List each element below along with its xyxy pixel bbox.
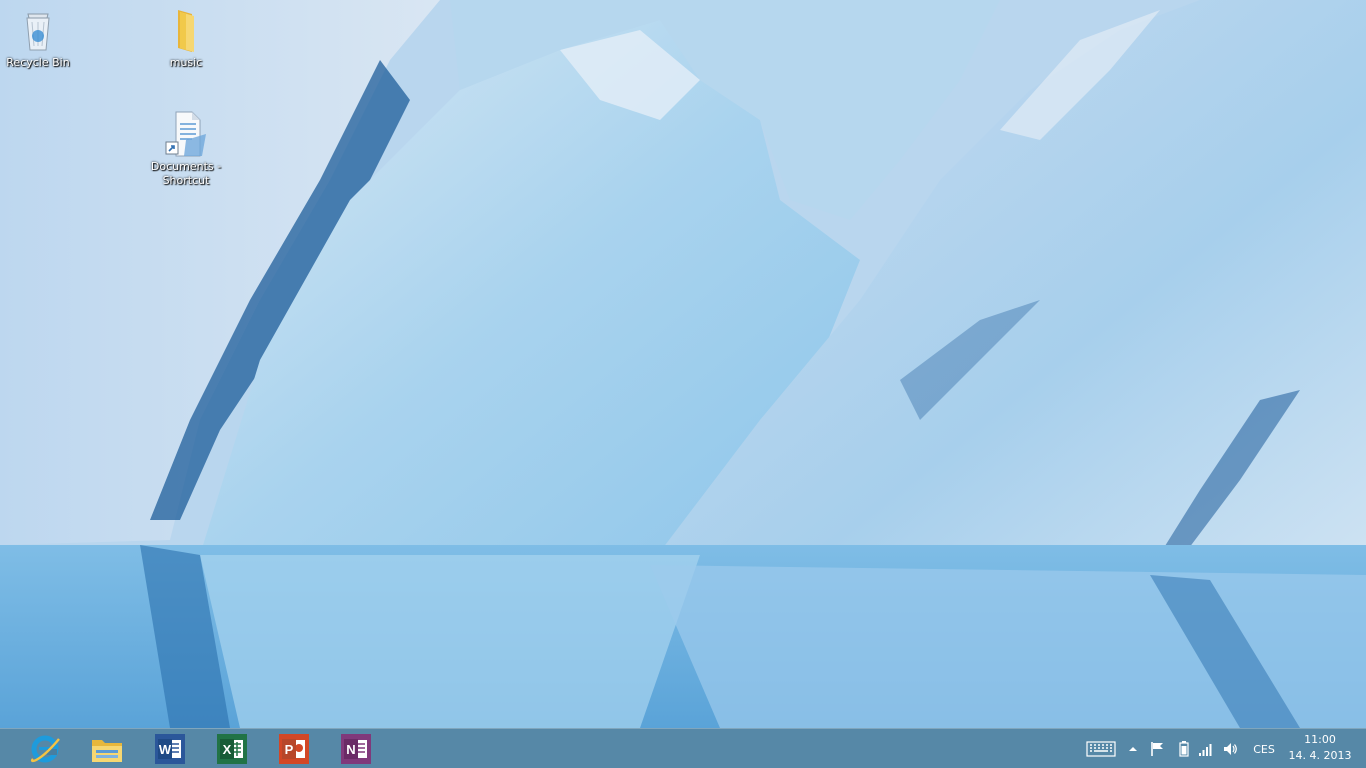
- taskbar-app-onenote[interactable]: N: [329, 731, 383, 767]
- svg-text:W: W: [159, 742, 172, 757]
- onenote-icon: N: [341, 734, 371, 764]
- desktop-icon-recycle-bin[interactable]: Recycle Bin: [0, 6, 76, 70]
- show-hidden-icons-button[interactable]: [1125, 737, 1141, 761]
- taskbar-app-internet-explorer[interactable]: [18, 731, 72, 767]
- taskbar-app-file-explorer[interactable]: [80, 731, 134, 767]
- document-shortcut-icon: [165, 111, 206, 157]
- word-icon: W: [155, 734, 185, 764]
- battery-icon: [1179, 741, 1189, 757]
- excel-icon: X: [217, 734, 247, 764]
- svg-text:P: P: [285, 742, 294, 757]
- clock-date: 14. 4. 2013: [1288, 749, 1352, 762]
- network-button[interactable]: [1196, 737, 1216, 761]
- desktop-icon-music-folder[interactable]: music: [148, 6, 224, 70]
- battery-button[interactable]: [1175, 737, 1193, 761]
- desktop-icon-label: music: [169, 56, 203, 69]
- chevron-up-icon: [1129, 747, 1137, 751]
- taskbar-app-word[interactable]: W: [143, 731, 197, 767]
- touch-keyboard-button[interactable]: [1084, 737, 1118, 761]
- action-center-flag-icon: [1151, 742, 1163, 756]
- keyboard-icon: [1086, 741, 1116, 757]
- taskbar[interactable]: W X P N CES 11:00 14. 4. 2013: [0, 728, 1366, 768]
- taskbar-app-excel[interactable]: X: [205, 731, 259, 767]
- taskbar-app-powerpoint[interactable]: P: [267, 731, 321, 767]
- desktop-icon-label: Recycle Bin: [6, 56, 70, 69]
- clock-time: 11:00: [1304, 733, 1336, 746]
- desktop[interactable]: Recycle Bin music Documents - Shortcut: [0, 0, 1366, 728]
- volume-button[interactable]: [1220, 737, 1240, 761]
- recycle-bin-icon: [26, 13, 50, 51]
- action-center-button[interactable]: [1147, 737, 1167, 761]
- folder-icon: [178, 10, 194, 52]
- svg-text:X: X: [223, 742, 232, 757]
- powerpoint-icon: P: [279, 734, 309, 764]
- clock[interactable]: 11:00 14. 4. 2013: [1282, 732, 1358, 766]
- internet-explorer-icon: [30, 735, 60, 763]
- input-language-indicator[interactable]: CES: [1246, 737, 1282, 761]
- signal-icon: [1199, 744, 1212, 756]
- svg-text:N: N: [346, 742, 355, 757]
- desktop-icon-label: Documents - Shortcut: [150, 160, 222, 187]
- volume-icon: [1224, 743, 1237, 755]
- desktop-icon-documents-shortcut[interactable]: Documents - Shortcut: [148, 110, 224, 188]
- file-explorer-icon: [92, 740, 122, 762]
